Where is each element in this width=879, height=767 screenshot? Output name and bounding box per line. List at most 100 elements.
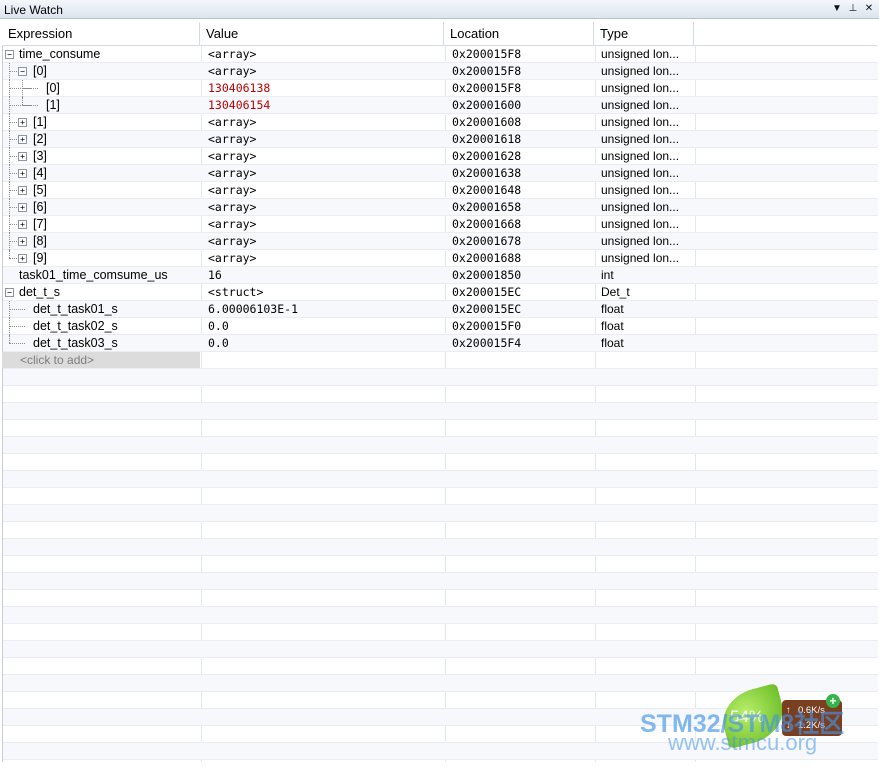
location-cell: 0x20001628 <box>452 149 522 163</box>
value-cell[interactable]: <array> <box>208 165 444 181</box>
column-header-value[interactable]: Value <box>200 22 444 45</box>
watermark-url: www.stmcu.org <box>668 730 818 755</box>
collapse-toggle-icon[interactable]: − <box>18 67 27 76</box>
table-row[interactable]: + [1] <array> 0x20001608 unsigned lon... <box>3 114 878 131</box>
empty-row <box>3 624 878 641</box>
table-row[interactable]: + [4] <array> 0x20001638 unsigned lon... <box>3 165 878 182</box>
tree-connector <box>9 97 10 114</box>
pin-icon[interactable]: ⊥ <box>846 2 860 16</box>
table-row[interactable]: + [3] <array> 0x20001628 unsigned lon... <box>3 148 878 165</box>
table-row[interactable]: + [2] <array> 0x20001618 unsigned lon... <box>3 131 878 148</box>
value-cell[interactable]: <array> <box>208 131 444 147</box>
value-cell[interactable]: <array> <box>208 199 444 215</box>
expression-cell: [0] <box>46 81 60 95</box>
location-cell: 0x200015F8 <box>452 47 522 61</box>
value-cell[interactable]: <array> <box>208 233 444 249</box>
table-row[interactable]: [0] 130406138 0x200015F8 unsigned lon... <box>3 80 878 97</box>
expand-toggle-icon[interactable]: + <box>18 152 27 161</box>
table-row[interactable]: + [7] <array> 0x20001668 unsigned lon... <box>3 216 878 233</box>
value-cell[interactable]: 0.0 <box>208 318 444 334</box>
expression-cell: [2] <box>33 132 47 146</box>
expression-cell: [6] <box>33 200 47 214</box>
value-cell[interactable]: 0.0 <box>208 335 444 351</box>
column-header-expression[interactable]: Expression <box>2 22 200 45</box>
tree-connector <box>9 318 10 335</box>
value-cell[interactable]: 6.00006103E-1 <box>208 301 444 317</box>
table-row[interactable]: + [8] <array> 0x20001678 unsigned lon... <box>3 233 878 250</box>
type-cell: unsigned lon... <box>601 251 680 265</box>
tree-connector <box>22 80 23 97</box>
value-cell[interactable]: <array> <box>208 46 444 62</box>
table-row[interactable]: + [9] <array> 0x20001688 unsigned lon... <box>3 250 878 267</box>
empty-row <box>3 675 878 692</box>
tree-connector <box>9 165 10 182</box>
expression-cell: time_consume <box>19 47 101 61</box>
expression-cell: det_t_task03_s <box>33 336 118 350</box>
expression-cell: [7] <box>33 217 47 231</box>
table-row[interactable]: + [5] <array> 0x20001648 unsigned lon... <box>3 182 878 199</box>
expand-toggle-icon[interactable]: + <box>18 254 27 263</box>
value-cell[interactable]: <array> <box>208 182 444 198</box>
table-row[interactable]: + [6] <array> 0x20001658 unsigned lon... <box>3 199 878 216</box>
empty-row <box>3 607 878 624</box>
value-cell[interactable]: 16 <box>208 267 444 283</box>
table-row[interactable]: − [0] <array> 0x200015F8 unsigned lon... <box>3 63 878 80</box>
expand-toggle-icon[interactable]: + <box>18 169 27 178</box>
expression-cell: [9] <box>33 251 47 265</box>
tree-connector <box>9 258 17 259</box>
type-cell: unsigned lon... <box>601 81 680 95</box>
table-row[interactable]: task01_time_comsume_us 16 0x20001850 int <box>3 267 878 284</box>
dropdown-menu-icon[interactable]: ▼ <box>830 2 844 16</box>
table-row[interactable]: [1] 130406154 0x20001600 unsigned lon... <box>3 97 878 114</box>
expression-cell: det_t_s <box>19 285 61 299</box>
value-cell[interactable]: 130406138 <box>208 80 444 96</box>
location-cell: 0x20001608 <box>452 115 522 129</box>
expand-toggle-icon[interactable]: + <box>18 237 27 246</box>
expand-toggle-icon[interactable]: + <box>18 135 27 144</box>
expand-toggle-icon[interactable]: + <box>18 220 27 229</box>
close-icon[interactable]: ✕ <box>862 2 876 16</box>
window-title: Live Watch <box>4 3 63 17</box>
expand-toggle-icon[interactable]: + <box>18 186 27 195</box>
value-cell[interactable]: <array> <box>208 250 444 266</box>
value-cell[interactable]: 130406154 <box>208 97 444 113</box>
table-row[interactable]: det_t_task01_s 6.00006103E-1 0x200015EC flo… <box>3 301 878 318</box>
table-row[interactable]: − det_t_s <struct> 0x200015EC Det_t <box>3 284 878 301</box>
empty-row <box>3 403 878 420</box>
expression-cell: task01_time_comsume_us <box>19 268 168 282</box>
tree-connector <box>9 80 10 97</box>
column-header-type[interactable]: Type <box>594 22 694 45</box>
location-cell: 0x20001648 <box>452 183 522 197</box>
column-header-row: Expression Value Location Type <box>2 22 877 46</box>
expand-toggle-icon[interactable]: + <box>18 118 27 127</box>
empty-row <box>3 369 878 386</box>
table-row[interactable]: det_t_task03_s 0.0 0x200015F4 float <box>3 335 878 352</box>
expand-toggle-icon[interactable]: + <box>18 203 27 212</box>
tree-connector <box>9 122 17 123</box>
column-header-location[interactable]: Location <box>444 22 594 45</box>
tree-connector <box>22 88 38 89</box>
location-cell: 0x20001688 <box>452 251 522 265</box>
click-to-add-cell[interactable]: <click to add> <box>2 352 200 368</box>
table-row[interactable]: − time_consume <array> 0x200015F8 unsigned l… <box>3 46 878 63</box>
type-cell: unsigned lon... <box>601 64 680 78</box>
value-cell[interactable]: <array> <box>208 114 444 130</box>
tree-connector <box>9 326 25 327</box>
collapse-toggle-icon[interactable]: − <box>5 50 14 59</box>
type-cell: float <box>601 319 624 333</box>
tree-connector <box>22 97 23 105</box>
value-cell[interactable]: <array> <box>208 216 444 232</box>
table-row[interactable]: det_t_task02_s 0.0 0x200015F0 float <box>3 318 878 335</box>
value-cell[interactable]: <array> <box>208 63 444 79</box>
type-cell: unsigned lon... <box>601 200 680 214</box>
tree-connector <box>9 156 17 157</box>
value-cell[interactable]: <array> <box>208 148 444 164</box>
empty-row <box>3 471 878 488</box>
value-cell[interactable]: <struct> <box>208 284 444 300</box>
tree-connector <box>9 216 10 233</box>
location-cell: 0x20001658 <box>452 200 522 214</box>
expression-cell: [4] <box>33 166 47 180</box>
tree-connector <box>9 335 10 343</box>
collapse-toggle-icon[interactable]: − <box>5 288 14 297</box>
expression-cell: [8] <box>33 234 47 248</box>
